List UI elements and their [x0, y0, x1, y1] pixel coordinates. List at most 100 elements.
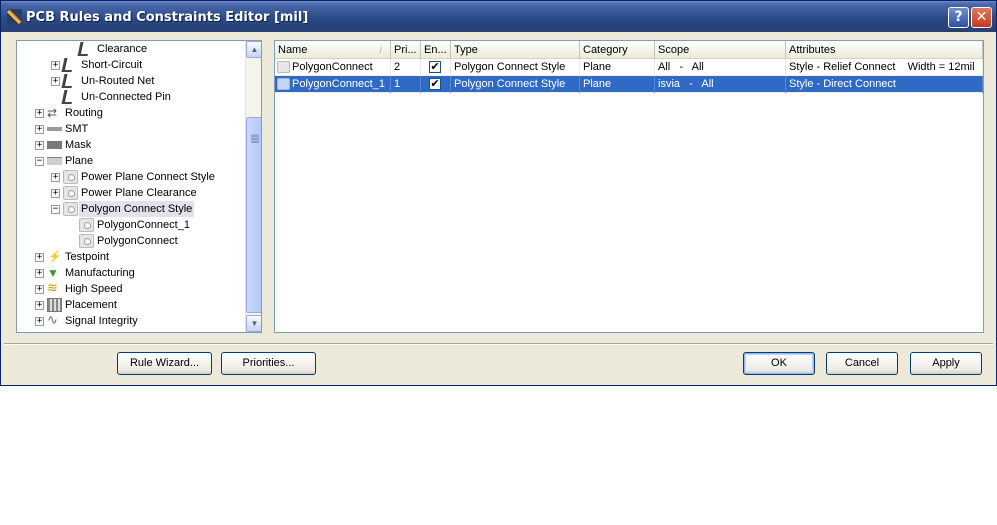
help-button[interactable]: ?: [948, 7, 969, 28]
tree-item-label: Manufacturing: [65, 267, 135, 279]
expand-icon[interactable]: +: [35, 301, 44, 310]
tree-item-label: Polygon Connect Style: [79, 201, 195, 217]
expand-icon[interactable]: +: [35, 269, 44, 278]
column-header-name[interactable]: Name /: [275, 41, 391, 59]
priority-cell: 1: [391, 76, 421, 93]
app-icon: [7, 9, 22, 24]
tree-item[interactable]: + Short-Circuit: [17, 57, 245, 73]
high-speed-icon: [47, 280, 62, 296]
button-bar-divider: [4, 343, 993, 345]
testpoint-icon: [47, 249, 62, 265]
title-bar[interactable]: PCB Rules and Constraints Editor [mil] ?…: [1, 1, 996, 32]
tree-item-label: High Speed: [65, 283, 123, 295]
expand-icon[interactable]: +: [51, 189, 60, 198]
table-row-selected[interactable]: PolygonConnect_1 1 ✔ Polygon Connect Sty…: [275, 76, 983, 93]
tree-item-label: Placement: [65, 299, 117, 311]
tree-item[interactable]: + High Speed: [17, 280, 245, 297]
tree-item[interactable]: − Plane: [17, 153, 245, 169]
expand-icon[interactable]: +: [35, 141, 44, 150]
tree-item[interactable]: + Un-Routed Net: [17, 73, 245, 89]
smt-icon: [47, 122, 62, 136]
tree-item[interactable]: + Routing: [17, 105, 245, 121]
tree-item[interactable]: PolygonConnect_1: [17, 217, 245, 233]
tree-item[interactable]: + Mask: [17, 137, 245, 153]
scope-cell: isvia - All: [655, 76, 786, 93]
tree-item[interactable]: + Placement: [17, 297, 245, 313]
priorities-button[interactable]: Priorities...: [221, 352, 316, 375]
rule-tree[interactable]: Clearance + Short-Circuit + Un-Routed Net Un-…: [16, 40, 262, 333]
column-header-enabled[interactable]: En...: [421, 41, 451, 59]
type-cell: Polygon Connect Style: [451, 76, 580, 93]
tree-item-label: Short-Circuit: [81, 59, 143, 71]
tree-item[interactable]: + SMT: [17, 121, 245, 137]
rules-grid[interactable]: Name / Pri... En... Type Category Scope …: [274, 40, 984, 333]
expand-icon[interactable]: +: [51, 77, 60, 86]
column-header-priority[interactable]: Pri...: [391, 41, 421, 59]
column-header-category[interactable]: Category: [580, 41, 655, 59]
scroll-down-icon[interactable]: ▼: [246, 315, 261, 332]
collapse-icon[interactable]: −: [35, 157, 44, 166]
column-header-scope[interactable]: Scope: [655, 41, 786, 59]
window-title: PCB Rules and Constraints Editor [mil]: [26, 10, 309, 25]
pcb-rules-editor-window: PCB Rules and Constraints Editor [mil] ?…: [0, 0, 997, 386]
tree-item[interactable]: Clearance: [17, 41, 245, 57]
tree-item-label: Power Plane Connect Style: [81, 171, 215, 183]
rule-name: PolygonConnect: [292, 61, 373, 73]
column-header-attributes[interactable]: Attributes: [786, 41, 983, 59]
tree-item[interactable]: + Manufacturing: [17, 265, 245, 281]
enabled-checkbox[interactable]: ✔: [429, 78, 441, 90]
scope-cell: All - All: [655, 59, 786, 76]
tree-item-label: PolygonConnect_1: [97, 219, 190, 231]
rule-icon: [79, 234, 94, 248]
rule-icon: [277, 61, 290, 73]
ok-button[interactable]: OK: [743, 352, 815, 375]
tree-vertical-scrollbar[interactable]: ▲ ▬ ▬ ▬ ▼: [245, 41, 261, 332]
short-circuit-icon: [61, 58, 75, 72]
dialog-client-area: Clearance + Short-Circuit + Un-Routed Net Un-…: [4, 32, 993, 384]
sort-ascending-icon: /: [379, 45, 382, 55]
cancel-button[interactable]: Cancel: [826, 352, 898, 375]
category-cell: Plane: [580, 59, 655, 76]
attributes-cell: Style - Relief Connect Width = 12mil A: [786, 59, 983, 76]
expand-icon[interactable]: +: [51, 173, 60, 182]
tree-item-label: SMT: [65, 123, 89, 135]
tree-item[interactable]: + Power Plane Clearance: [17, 185, 245, 201]
expand-icon[interactable]: +: [35, 253, 44, 262]
manufacturing-icon: [47, 265, 62, 281]
tree-item[interactable]: − Polygon Connect Style: [17, 201, 245, 217]
attributes-cell: Style - Direct Connect: [786, 76, 983, 93]
rule-wizard-button[interactable]: Rule Wizard...: [117, 352, 212, 375]
scroll-up-icon[interactable]: ▲: [246, 41, 261, 58]
enabled-checkbox[interactable]: ✔: [429, 61, 441, 73]
expand-icon[interactable]: +: [35, 285, 44, 294]
expand-icon[interactable]: +: [35, 125, 44, 134]
expand-icon[interactable]: +: [35, 109, 44, 118]
tree-item[interactable]: + Power Plane Connect Style: [17, 169, 245, 185]
column-header-label: Name: [278, 44, 308, 56]
tree-item-label: Mask: [65, 139, 92, 151]
scroll-thumb[interactable]: [246, 117, 261, 313]
apply-button[interactable]: Apply: [910, 352, 982, 375]
close-button[interactable]: ✕: [971, 7, 992, 28]
tree-item-label: Testpoint: [65, 251, 110, 263]
tree-item-label: Signal Integrity: [65, 315, 138, 327]
rule-icon: [277, 78, 290, 90]
rule-icon: [79, 218, 94, 232]
category-cell: Plane: [580, 76, 655, 93]
tree-item-label: Clearance: [97, 43, 148, 55]
table-row[interactable]: PolygonConnect 2 ✔ Polygon Connect Style…: [275, 59, 983, 76]
tree-item-label: Power Plane Clearance: [81, 187, 197, 199]
signal-integrity-icon: [47, 312, 62, 328]
tree-item[interactable]: PolygonConnect: [17, 233, 245, 249]
tree-item[interactable]: Un-Connected Pin: [17, 89, 245, 105]
tree-item[interactable]: + Signal Integrity: [17, 312, 245, 329]
unconnected-pin-icon: [61, 90, 75, 104]
column-header-type[interactable]: Type: [451, 41, 580, 59]
rule-name: PolygonConnect_1: [292, 78, 385, 90]
collapse-icon[interactable]: −: [51, 205, 60, 214]
grid-header: Name / Pri... En... Type Category Scope …: [275, 41, 983, 59]
tree-item[interactable]: + Testpoint: [17, 249, 245, 265]
expand-icon[interactable]: +: [35, 317, 44, 326]
expand-icon[interactable]: +: [51, 61, 60, 70]
rule-icon: [63, 170, 78, 184]
